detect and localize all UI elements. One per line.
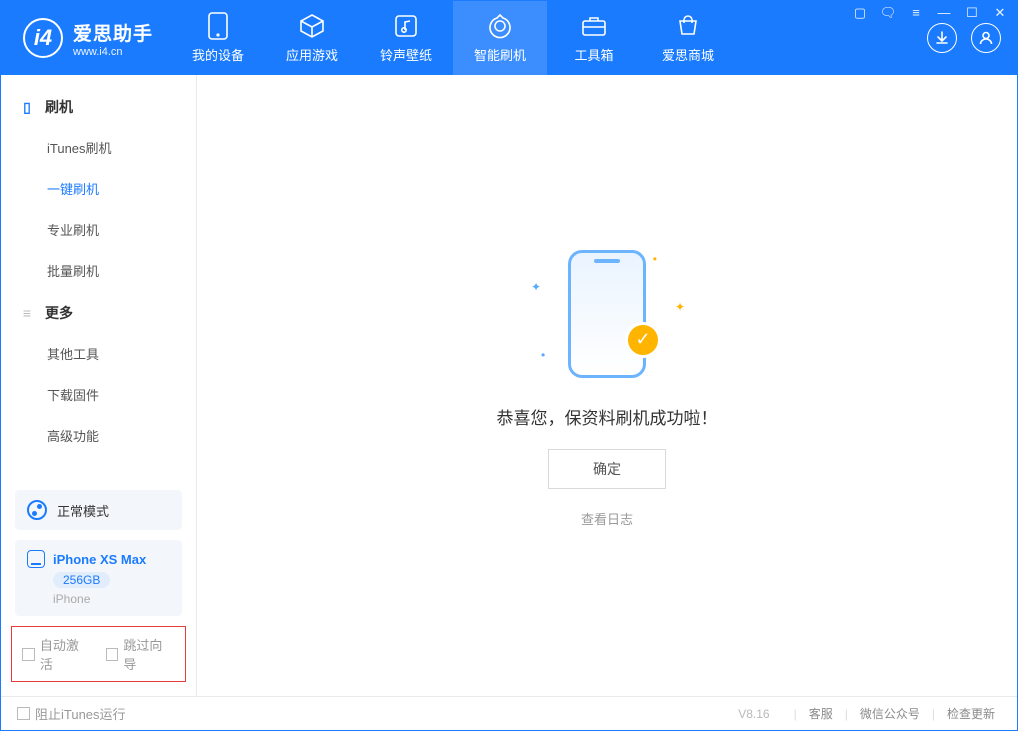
- list-icon: ≡: [19, 305, 35, 321]
- ringtone-icon: [392, 12, 420, 40]
- toolbox-icon: [580, 12, 608, 40]
- tab-toolbox[interactable]: 工具箱: [547, 1, 641, 75]
- device-name: iPhone XS Max: [53, 552, 146, 567]
- tab-my-device[interactable]: 我的设备: [171, 1, 265, 75]
- checkbox-auto-activate[interactable]: 自动激活: [22, 635, 92, 673]
- version-label: V8.16: [738, 707, 769, 721]
- phone-icon: ▯: [19, 99, 35, 116]
- tab-store[interactable]: 爱思商城: [641, 1, 735, 75]
- tab-smart-flash[interactable]: 智能刷机: [453, 1, 547, 75]
- sidebar-item-advanced[interactable]: 高级功能: [1, 415, 196, 456]
- store-icon: [674, 12, 702, 40]
- logo-icon: i4: [23, 18, 63, 58]
- mode-label: 正常模式: [57, 501, 109, 520]
- device-card[interactable]: iPhone XS Max 256GB iPhone: [15, 540, 182, 616]
- checkbox-icon: [17, 707, 30, 720]
- device-small-icon: [27, 550, 45, 568]
- checkmark-badge-icon: ✓: [625, 322, 661, 358]
- checkbox-icon: [106, 648, 119, 661]
- window-controls: ▢ 🗨 ≡ — ☐ ✕: [851, 5, 1009, 21]
- feedback-icon[interactable]: 🗨: [879, 5, 897, 21]
- phone-graphic: [568, 250, 646, 378]
- sidebar-item-download-firmware[interactable]: 下载固件: [1, 374, 196, 415]
- app-name: 爱思助手: [73, 19, 153, 46]
- device-capacity: 256GB: [53, 572, 110, 588]
- menu-icon[interactable]: ≡: [907, 5, 925, 21]
- sparkle-icon: ✦: [675, 300, 685, 314]
- logo[interactable]: i4 爱思助手 www.i4.cn: [1, 1, 171, 75]
- sparkle-icon: •: [653, 252, 657, 266]
- footer-link-update[interactable]: 检查更新: [941, 705, 1001, 722]
- tab-apps[interactable]: 应用游戏: [265, 1, 359, 75]
- checkbox-icon: [22, 648, 35, 661]
- sidebar-item-pro-flash[interactable]: 专业刷机: [1, 209, 196, 250]
- device-icon: [204, 12, 232, 40]
- app-window: ▢ 🗨 ≡ — ☐ ✕ i4 爱思助手 www.i4.cn 我的设备 应用游戏: [0, 0, 1018, 731]
- sidebar-item-itunes-flash[interactable]: iTunes刷机: [1, 127, 196, 168]
- app-url: www.i4.cn: [73, 46, 153, 58]
- view-log-link[interactable]: 查看日志: [581, 509, 633, 528]
- flash-icon: [486, 12, 514, 40]
- main-content: ✓ ✦ ✦ • • 恭喜您，保资料刷机成功啦！ 确定 查看日志: [197, 75, 1017, 696]
- mode-card[interactable]: 正常模式: [15, 490, 182, 530]
- footer-link-wechat[interactable]: 微信公众号: [854, 705, 926, 722]
- sidebar-item-other-tools[interactable]: 其他工具: [1, 333, 196, 374]
- tab-ringtones[interactable]: 铃声壁纸: [359, 1, 453, 75]
- sparkle-icon: ✦: [531, 280, 541, 294]
- success-illustration: ✓ ✦ ✦ • •: [527, 244, 687, 384]
- user-icon[interactable]: [971, 23, 1001, 53]
- device-type: iPhone: [53, 592, 90, 606]
- sidebar-item-onekey-flash[interactable]: 一键刷机: [1, 168, 196, 209]
- checkbox-block-itunes[interactable]: 阻止iTunes运行: [17, 704, 126, 723]
- sidebar-section-more: ≡ 更多: [1, 291, 196, 333]
- sidebar: ▯ 刷机 iTunes刷机 一键刷机 专业刷机 批量刷机 ≡ 更多 其他工具 下…: [1, 75, 197, 696]
- download-icon[interactable]: [927, 23, 957, 53]
- minimize-button[interactable]: —: [935, 5, 953, 21]
- footer: 阻止iTunes运行 V8.16 | 客服 | 微信公众号 | 检查更新: [1, 696, 1017, 730]
- body: ▯ 刷机 iTunes刷机 一键刷机 专业刷机 批量刷机 ≡ 更多 其他工具 下…: [1, 75, 1017, 696]
- close-button[interactable]: ✕: [991, 5, 1009, 21]
- mode-icon: [27, 500, 47, 520]
- sparkle-icon: •: [541, 348, 545, 362]
- sidebar-section-flash: ▯ 刷机: [1, 85, 196, 127]
- success-text: 恭喜您，保资料刷机成功啦！: [497, 404, 718, 429]
- ok-button[interactable]: 确定: [548, 449, 666, 489]
- top-tabs: 我的设备 应用游戏 铃声壁纸 智能刷机 工具箱 爱思商城: [171, 1, 735, 75]
- options-highlight-box: 自动激活 跳过向导: [11, 626, 186, 682]
- tshirt-icon[interactable]: ▢: [851, 5, 869, 21]
- checkbox-skip-guide[interactable]: 跳过向导: [106, 635, 176, 673]
- sidebar-item-batch-flash[interactable]: 批量刷机: [1, 250, 196, 291]
- maximize-button[interactable]: ☐: [963, 5, 981, 21]
- header: ▢ 🗨 ≡ — ☐ ✕ i4 爱思助手 www.i4.cn 我的设备 应用游戏: [1, 1, 1017, 75]
- apps-icon: [298, 12, 326, 40]
- footer-link-support[interactable]: 客服: [803, 705, 839, 722]
